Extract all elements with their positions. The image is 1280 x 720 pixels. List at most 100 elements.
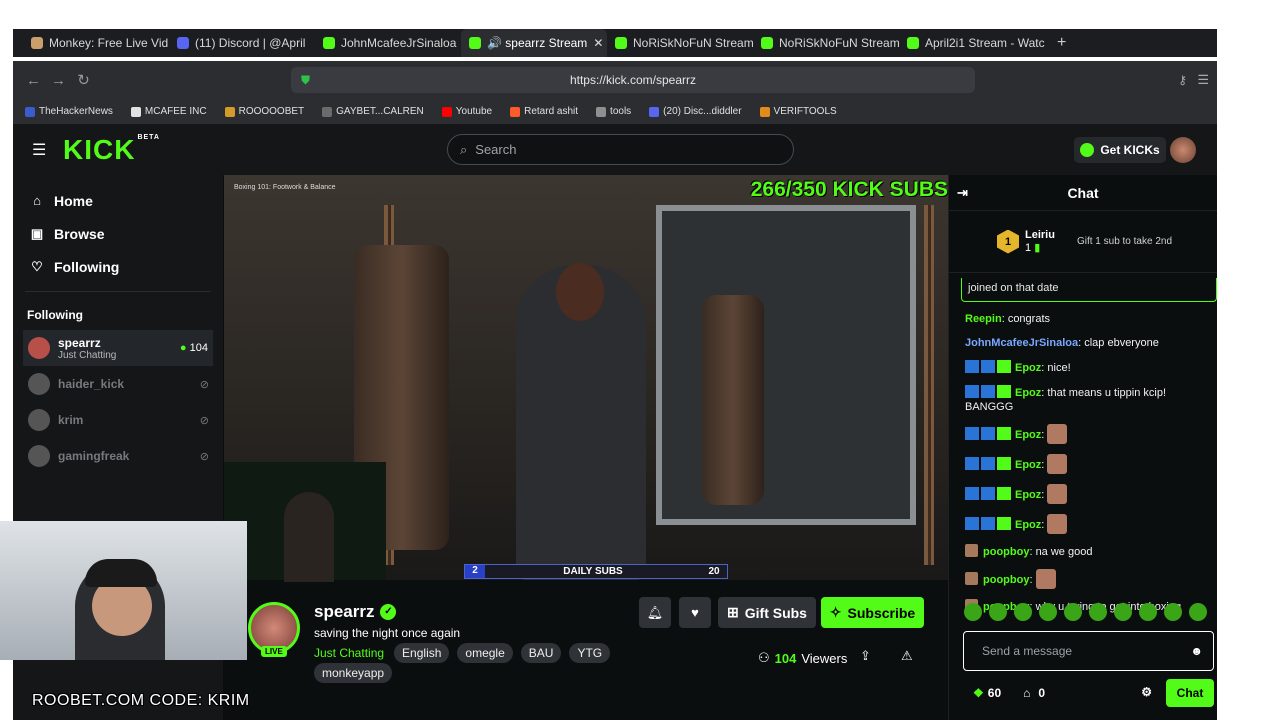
chat-panel: ⇥ Chat 1 Leiriu 1 ▮ Gift 1 sub to take 2…	[948, 175, 1217, 720]
emote-icon[interactable]	[989, 603, 1007, 621]
followed-channel-gamingfreak[interactable]: gamingfreak ⊘	[13, 438, 223, 474]
chat-message: poopboy: na we good	[949, 544, 1217, 559]
followed-channel-krim[interactable]: krim ⊘	[13, 402, 223, 438]
bookmark-item[interactable]: TheHackerNews	[25, 106, 113, 117]
collapse-chat-icon[interactable]: ⇥	[957, 185, 968, 201]
chat-username[interactable]: JohnMcafeeJrSinaloa	[965, 337, 1078, 349]
heart-icon: ♡	[31, 258, 43, 274]
browser-tab[interactable]: Monkey: Free Live Vid	[23, 29, 169, 57]
chat-username[interactable]: Epoz	[1015, 459, 1041, 471]
menu-icon[interactable]: ☰	[1197, 72, 1209, 88]
get-kicks-label: Get KICKs	[1100, 143, 1160, 157]
browser-tab[interactable]: JohnMcafeeJrSinaloa	[315, 29, 461, 57]
sidebar-item-browse[interactable]: ▣ Browse	[13, 217, 223, 250]
sidebar-item-following[interactable]: ♡ Following	[13, 250, 223, 283]
follow-heart-icon[interactable]: ♥	[679, 597, 711, 628]
kicks-balance-icon: ❖	[973, 686, 984, 700]
browser-tab[interactable]: NoRiSkNoFuN Stream	[607, 29, 753, 57]
emote-icon[interactable]	[1164, 603, 1182, 621]
chat-username[interactable]: Epoz	[1015, 489, 1041, 501]
browser-tab[interactable]: (11) Discord | @April	[169, 29, 315, 57]
chat-settings-gear-icon[interactable]: ⚙	[1141, 685, 1152, 699]
chat-username[interactable]: poopboy	[983, 546, 1029, 558]
followed-channel-haider[interactable]: haider_kick ⊘	[13, 366, 223, 402]
bookmark-item[interactable]: GAYBET...CALREN	[322, 106, 424, 117]
search-input[interactable]: ⌕ Search	[447, 134, 794, 165]
notification-bell-icon[interactable]: 🔔︎	[639, 597, 671, 628]
chat-message: poopboy:	[949, 569, 1217, 589]
emote-icon[interactable]	[1039, 603, 1057, 621]
get-kicks-button[interactable]: Get KICKs	[1074, 137, 1166, 163]
tab-favicon-icon	[615, 37, 627, 49]
emote-icon[interactable]	[964, 603, 982, 621]
tag-bau[interactable]: BAU	[520, 643, 562, 663]
chat-username[interactable]: Epoz	[1015, 519, 1041, 531]
chat-username[interactable]: Reepin	[965, 313, 1002, 325]
tag-ytg[interactable]: YTG	[569, 643, 611, 663]
emote-icon[interactable]	[1114, 603, 1132, 621]
daily-subs-bar: 2 DAILY SUBS 20	[464, 564, 728, 579]
chat-username[interactable]: Epoz	[1015, 387, 1041, 399]
category-link[interactable]: Just Chatting	[314, 646, 384, 660]
browser-tab[interactable]: 🔊 spearrz Stream ✕	[461, 29, 607, 57]
followed-channel-spearrz[interactable]: spearrz Just Chatting ● 104	[23, 330, 213, 366]
sidebar-label-following: Following	[54, 258, 120, 275]
chat-username[interactable]: Epoz	[1015, 362, 1041, 374]
emoji-picker-icon[interactable]: ☻	[1190, 644, 1203, 658]
bookmark-item[interactable]: tools	[596, 106, 631, 117]
browser-tab[interactable]: NoRiSkNoFuN Stream	[753, 29, 899, 57]
subscribe-button[interactable]: ✧ Subscribe	[821, 597, 924, 628]
user-badges	[965, 517, 1015, 532]
close-tab-icon[interactable]: ✕	[593, 36, 603, 50]
user-badges	[965, 427, 1015, 442]
badge-icon	[981, 457, 995, 470]
url-bar[interactable]: ⛊ https://kick.com/spearrz	[291, 67, 975, 93]
key-icon[interactable]: ⚷	[1178, 73, 1187, 87]
forward-icon[interactable]: →	[46, 72, 71, 89]
browser-tab-bar: Monkey: Free Live Vid (11) Discord | @Apr…	[13, 29, 1217, 57]
emote-icon[interactable]	[1189, 603, 1207, 621]
tab-favicon-icon	[761, 37, 773, 49]
kick-logo[interactable]: KICK BETA	[63, 134, 160, 166]
hamburger-menu-icon[interactable]: ☰	[32, 140, 46, 160]
bookmark-item[interactable]: (20) Disc...diddler	[649, 106, 742, 117]
chat-message-input[interactable]: Send a message ☻	[963, 631, 1214, 671]
gift-to-take-rank[interactable]: Gift 1 sub to take 2nd	[1077, 236, 1172, 247]
tag-omegle[interactable]: omegle	[457, 643, 513, 663]
promo-code-overlay: ROOBET.COM CODE: KRIM	[32, 692, 250, 709]
emote-icon[interactable]	[1089, 603, 1107, 621]
sidebar-item-home[interactable]: ⌂ Home	[13, 184, 223, 217]
bookmark-item[interactable]: MCAFEE INC	[130, 106, 207, 117]
chat-username[interactable]: Epoz	[1015, 429, 1041, 441]
share-icon[interactable]: ⇪	[860, 648, 871, 664]
channel-points: 0	[1038, 686, 1046, 700]
gift-subs-button[interactable]: ⊞ Gift Subs	[718, 597, 816, 628]
daily-subs-current: 2	[465, 565, 485, 578]
tab-label: NoRiSkNoFuN Stream	[633, 36, 753, 50]
chat-footer: ❖ 60 ⌂ 0 ⚙ Chat	[973, 679, 1214, 707]
chat-emote	[1047, 514, 1068, 534]
bookmark-item[interactable]: Retard ashit	[510, 106, 578, 117]
chat-username[interactable]: poopboy	[983, 574, 1029, 586]
live-badge: LIVE	[261, 646, 287, 657]
emote-icon[interactable]	[1014, 603, 1032, 621]
pinned-message: joined on that date	[961, 278, 1217, 302]
emote-icon[interactable]	[1064, 603, 1082, 621]
tag-english[interactable]: English	[394, 643, 450, 663]
avatar	[28, 373, 50, 395]
reload-icon[interactable]: ↻	[71, 71, 96, 89]
bookmark-item[interactable]: Youtube	[441, 106, 492, 117]
streamer-name[interactable]: spearrz ✓	[314, 602, 397, 622]
send-chat-button[interactable]: Chat	[1166, 679, 1214, 707]
bookmark-item[interactable]: ROOOOOBET	[224, 106, 304, 117]
user-avatar[interactable]	[1170, 137, 1196, 163]
back-icon[interactable]: ←	[21, 72, 46, 89]
emote-icon[interactable]	[1139, 603, 1157, 621]
bookmark-label: (20) Disc...diddler	[663, 106, 742, 117]
bookmark-item[interactable]: VERIFTOOLS	[759, 106, 837, 117]
new-tab-icon[interactable]: +	[1057, 34, 1066, 52]
report-icon[interactable]: ⚠	[901, 648, 913, 664]
tag-monkeyapp[interactable]: monkeyapp	[314, 663, 393, 683]
bookmark-label: TheHackerNews	[39, 106, 113, 117]
browser-tab[interactable]: April2i1 Stream - Watc	[899, 29, 1045, 57]
